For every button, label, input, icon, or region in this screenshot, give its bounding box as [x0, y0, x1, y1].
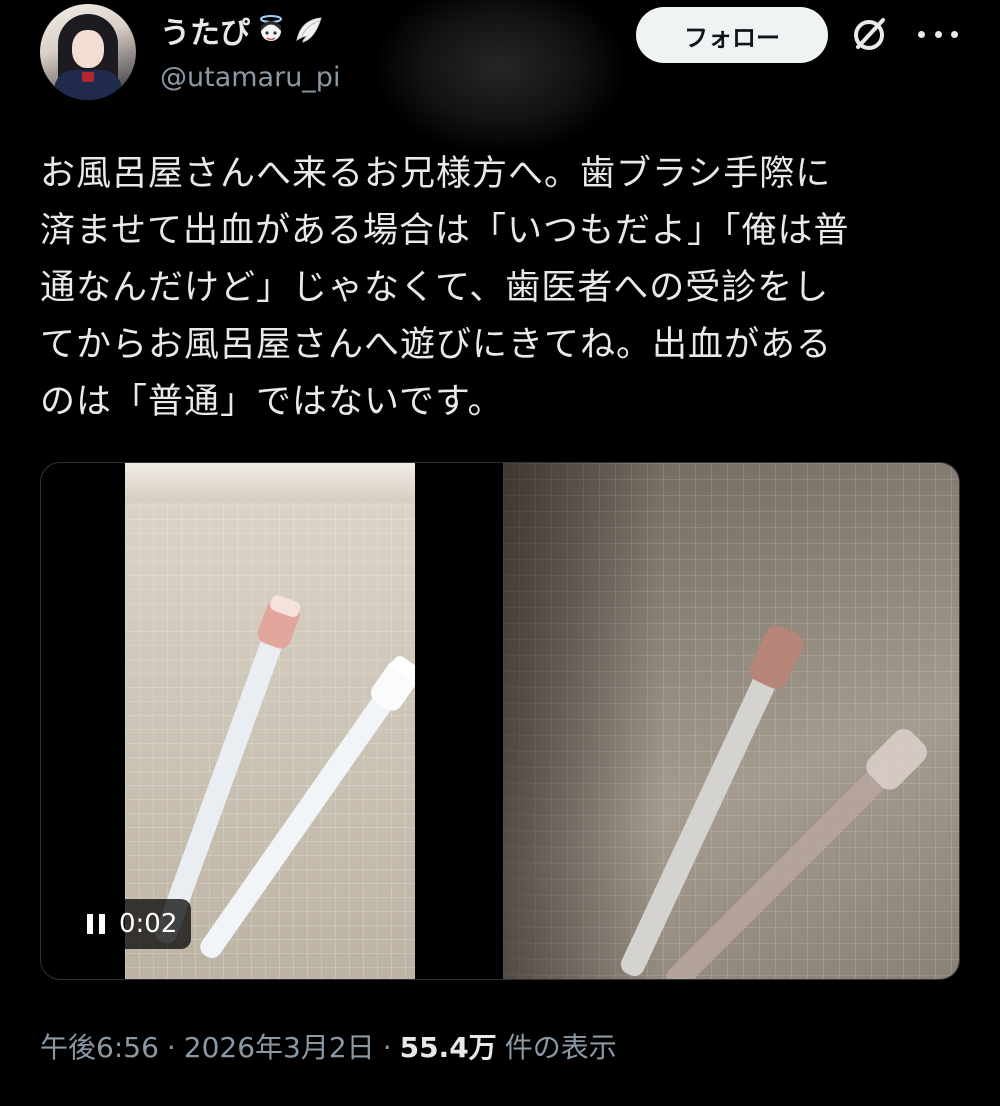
post-time[interactable]: 午後6:56	[40, 1026, 159, 1066]
follow-button[interactable]: フォロー	[636, 7, 828, 63]
video-player[interactable]: 0:02	[40, 462, 960, 980]
more-options-icon[interactable]	[918, 18, 958, 50]
video-controls[interactable]: 0:02	[73, 899, 192, 949]
meta-separator: ·	[382, 1031, 392, 1064]
views-count[interactable]: 55.4万	[400, 1026, 497, 1066]
angel-face-emoji-icon	[254, 13, 288, 47]
display-name[interactable]: うたぴ	[160, 8, 250, 52]
video-frame-right	[503, 463, 959, 979]
video-time: 0:02	[119, 909, 178, 939]
tweet-line: お風呂屋さんへ来るお兄様方へ。歯ブラシ手際に	[40, 154, 832, 194]
tweet-line: 通なんだけど」じゃなくて、歯医者への受診をし	[40, 268, 830, 308]
display-name-row[interactable]: うたぴ	[160, 8, 326, 52]
background-photo	[380, 0, 620, 150]
wing-emoji-icon	[292, 13, 326, 47]
tweet-text: お風呂屋さんへ来るお兄様方へ。歯ブラシ手際に 済ませて出血がある場合は「いつもだ…	[40, 146, 970, 431]
user-handle[interactable]: @utamaru_pi	[160, 62, 340, 93]
meta-separator: ·	[166, 1031, 176, 1064]
views-label: 件の表示	[504, 1031, 617, 1064]
tweet-line: 済ませて出血がある場合は「いつもだよ」「俺は普	[40, 211, 850, 251]
tweet-line: のは「普通」ではないです。	[40, 382, 504, 422]
tweet-line: てからお風呂屋さんへ遊びにきてね。出血がある	[40, 325, 833, 365]
tweet-meta: 午後6:56 · 2026年3月2日 · 55.4万 件の表示	[40, 1026, 617, 1066]
post-date[interactable]: 2026年3月2日	[184, 1026, 375, 1066]
toothbrush-image	[620, 625, 928, 979]
grok-icon[interactable]	[850, 14, 890, 54]
pause-icon[interactable]	[87, 914, 105, 934]
avatar[interactable]	[40, 4, 136, 100]
